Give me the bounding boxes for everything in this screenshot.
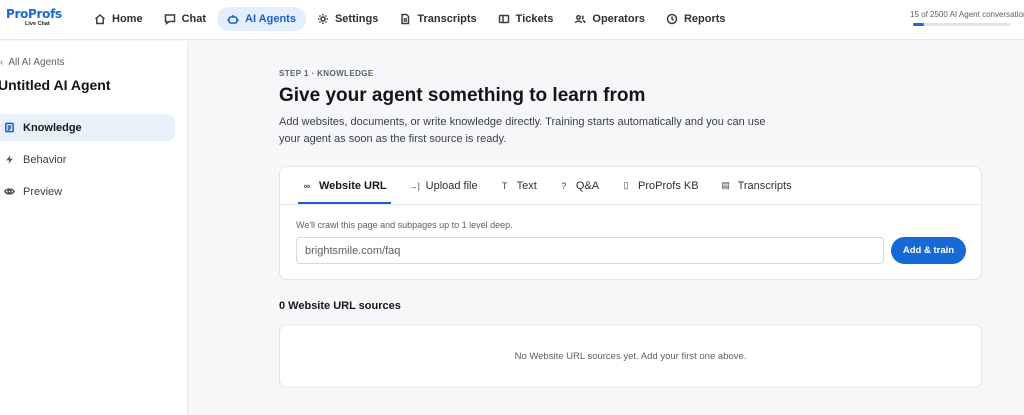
- users-icon: [575, 14, 586, 24]
- chevron-left-icon: ‹: [0, 57, 4, 68]
- back-link-label: All AI Agents: [8, 57, 65, 68]
- ticket-icon: [498, 14, 509, 24]
- clock-icon: [666, 13, 678, 25]
- logo-product: Live Chat: [25, 21, 50, 27]
- nav-reports-label: Reports: [683, 13, 726, 25]
- nav-operators-label: Operators: [592, 13, 645, 25]
- nav-operators[interactable]: Operators: [564, 7, 655, 31]
- tab-label: Text: [516, 179, 537, 192]
- nav-home-label: Home: [112, 13, 143, 25]
- add-source-card: ∞ Website URL →| Upload file T Text ? Q&…: [279, 166, 982, 280]
- proprofs-logo[interactable]: ProProfs Live Chat: [6, 7, 62, 32]
- tab-transcripts[interactable]: ▤ Transcripts: [721, 167, 792, 204]
- tabs-divider: [280, 204, 981, 205]
- document-icon: [401, 13, 410, 25]
- conversation-quota: 15 of 2500 AI Agent conversations: [910, 10, 1024, 26]
- tab-text[interactable]: T Text: [500, 167, 537, 204]
- sources-empty-state: No Website URL sources yet. Add your fir…: [279, 324, 982, 388]
- lightning-icon: [6, 154, 13, 165]
- nav-transcripts-label: Transcripts: [417, 13, 477, 25]
- page-title: Give your agent something to learn from: [279, 85, 646, 106]
- sidebar-item-label: Preview: [23, 185, 63, 198]
- tab-label: Transcripts: [737, 179, 792, 192]
- tab-proprofs-kb[interactable]: ▯ ProProfs KB: [621, 167, 699, 204]
- upload-icon: →|: [408, 180, 420, 191]
- add-and-train-button[interactable]: Add & train: [891, 237, 966, 264]
- home-icon: [95, 13, 105, 25]
- agent-section-menu: Knowledge Behavior Preview: [0, 114, 175, 210]
- sidebar-item-preview[interactable]: Preview: [0, 178, 175, 205]
- website-url-input[interactable]: [296, 237, 884, 264]
- robot-icon: [227, 15, 239, 24]
- book-icon: ▯: [623, 180, 629, 190]
- quota-text: 15 of 2500 AI Agent conversations: [910, 10, 1024, 19]
- tab-label: ProProfs KB: [638, 179, 699, 192]
- empty-state-text: No Website URL sources yet. Add your fir…: [514, 350, 747, 362]
- quota-progress-bar: [913, 23, 1010, 26]
- sources-count-heading: 0 Website URL sources: [279, 300, 401, 312]
- sidebar-item-label: Behavior: [23, 153, 67, 166]
- step-label: STEP 1 · KNOWLEDGE: [279, 69, 374, 78]
- nav-settings[interactable]: Settings: [307, 7, 388, 31]
- nav-home[interactable]: Home: [84, 7, 153, 31]
- transcript-icon: ▤: [721, 180, 730, 190]
- nav-transcripts[interactable]: Transcripts: [389, 7, 486, 31]
- eye-icon: [4, 188, 15, 195]
- nav-settings-label: Settings: [334, 13, 379, 25]
- page-description: Add websites, documents, or write knowle…: [279, 116, 766, 145]
- sidebar-item-knowledge[interactable]: Knowledge: [0, 114, 175, 141]
- nav-chat-label: Chat: [181, 13, 207, 25]
- sidebar-item-behavior[interactable]: Behavior: [0, 146, 175, 173]
- tab-website-url[interactable]: ∞ Website URL: [298, 167, 391, 204]
- tab-qa[interactable]: ? Q&A: [559, 167, 599, 204]
- back-to-all-agents-link[interactable]: ‹ All AI Agents: [0, 57, 65, 68]
- agent-sidebar: ‹ All AI Agents Untitled AI Agent Knowle…: [0, 41, 188, 415]
- nav-ai-agents-label: AI Agents: [245, 13, 296, 25]
- main-nav: Home Chat AI Agents Settings Transcripts…: [84, 7, 737, 31]
- chat-icon: [164, 14, 175, 25]
- tab-label: Website URL: [319, 179, 387, 192]
- agent-title: Untitled AI Agent: [0, 77, 111, 93]
- document-icon: [5, 122, 14, 133]
- gear-icon: [317, 14, 328, 24]
- tab-label: Upload file: [425, 179, 478, 192]
- logo-brand: ProProfs: [6, 7, 62, 21]
- sidebar-item-label: Knowledge: [23, 121, 82, 134]
- tab-upload-file[interactable]: →| Upload file: [409, 167, 478, 204]
- nav-reports[interactable]: Reports: [656, 7, 736, 31]
- crawl-hint: We'll crawl this page and subpages up to…: [296, 220, 513, 230]
- link-icon: ∞: [303, 180, 311, 191]
- nav-chat[interactable]: Chat: [154, 7, 216, 31]
- text-icon: T: [501, 180, 508, 191]
- nav-tickets[interactable]: Tickets: [488, 7, 564, 31]
- help-icon: ?: [561, 180, 567, 191]
- tab-label: Q&A: [575, 179, 600, 192]
- nav-ai-agents[interactable]: AI Agents: [217, 7, 306, 31]
- top-navigation-bar: ProProfs Live Chat Home Chat AI Agents S…: [0, 0, 1024, 40]
- source-type-tabs: ∞ Website URL →| Upload file T Text ? Q&…: [298, 167, 814, 204]
- nav-tickets-label: Tickets: [515, 13, 554, 25]
- quota-progress-fill: [913, 23, 924, 26]
